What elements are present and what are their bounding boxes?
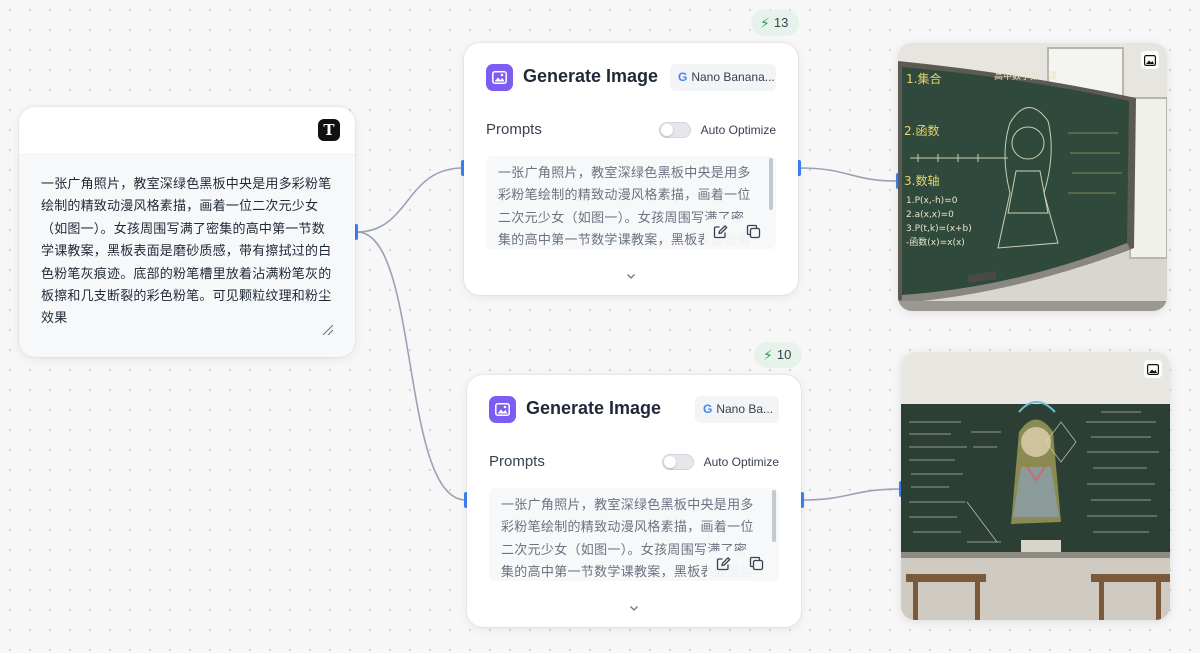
model-selector[interactable]: G Nano Banana...	[670, 64, 776, 91]
prompt-scrollbar[interactable]	[772, 490, 776, 542]
model-name: Nano Banana...	[691, 70, 775, 84]
chalk-text: 2.函数	[904, 123, 939, 138]
edit-icon[interactable]	[716, 556, 731, 576]
result-image-node[interactable]	[901, 352, 1170, 620]
generate-image-node[interactable]: Generate Image G Nano Ba... Prompts Auto …	[467, 375, 801, 627]
credit-cost-value: 13	[773, 15, 789, 30]
image-type-icon	[1144, 360, 1162, 378]
generated-image: 1.集合 高中数学第一课 2.函数 3.数轴 1.P(x,-h)=0 2.a(x…	[898, 43, 1167, 311]
resize-handle-icon[interactable]	[323, 325, 333, 335]
lightning-bolt-icon: ⚡	[763, 347, 773, 363]
prompt-scrollbar[interactable]	[769, 158, 773, 210]
text-node-header: T	[19, 107, 355, 155]
prompt-textarea[interactable]: 一张广角照片，教室深绿色黑板中央是用多彩粉笔绘制的精致动漫风格素描，画着一位二次…	[489, 488, 779, 581]
text-prompt-node[interactable]: T 一张广角照片，教室深绿色黑板中央是用多彩粉笔绘制的精致动漫风格素描，画着一位…	[19, 107, 355, 357]
chevron-down-icon[interactable]	[626, 271, 636, 281]
credit-cost-badge: ⚡ 13	[751, 10, 800, 36]
google-logo-icon: G	[703, 402, 713, 416]
credit-cost-value: 10	[776, 347, 792, 362]
prompts-label: Prompts	[489, 453, 545, 470]
generate-image-node[interactable]: Generate Image G Nano Banana... Prompts A…	[464, 43, 798, 295]
auto-optimize-label: Auto Optimize	[703, 455, 779, 469]
auto-optimize-toggle[interactable]	[659, 122, 691, 138]
credit-cost-badge: ⚡ 10	[754, 342, 803, 368]
generated-image	[901, 352, 1170, 620]
text-type-icon: T	[318, 119, 340, 141]
result-image-node[interactable]: 1.集合 高中数学第一课 2.函数 3.数轴 1.P(x,-h)=0 2.a(x…	[898, 43, 1167, 311]
google-logo-icon: G	[678, 70, 688, 84]
model-name: Nano Ba...	[716, 402, 774, 416]
chalk-text: 1.P(x,-h)=0	[906, 196, 958, 206]
wire-gen2-to-image2	[801, 488, 901, 501]
prompt-actions	[707, 551, 773, 581]
lightning-bolt-icon: ⚡	[760, 15, 770, 31]
chalk-text: 3.数轴	[904, 173, 939, 188]
prompts-label: Prompts	[486, 121, 542, 138]
auto-optimize-toggle[interactable]	[662, 454, 694, 470]
node-title: Generate Image	[523, 66, 659, 86]
chalk-text: 3.P(t,k)=(x+b)	[906, 224, 972, 234]
wire-text-to-gen2	[356, 231, 467, 501]
text-node-editor[interactable]: 一张广角照片，教室深绿色黑板中央是用多彩粉笔绘制的精致动漫风格素描，画着一位二次…	[19, 155, 355, 357]
chevron-down-icon[interactable]	[629, 603, 639, 613]
prompt-actions	[704, 219, 770, 249]
model-selector[interactable]: G Nano Ba...	[695, 396, 779, 423]
wire-gen1-to-image1	[798, 167, 898, 182]
chalk-text: -函数(x)=x(x)	[906, 236, 965, 248]
image-type-icon	[1141, 51, 1159, 69]
chalk-text: 1.集合	[906, 71, 941, 86]
text-node-content[interactable]: 一张广角照片，教室深绿色黑板中央是用多彩粉笔绘制的精致动漫风格素描，画着一位二次…	[41, 173, 333, 330]
prompt-textarea[interactable]: 一张广角照片，教室深绿色黑板中央是用多彩粉笔绘制的精致动漫风格素描，画着一位二次…	[486, 156, 776, 249]
chalk-text: 2.a(x,x)=0	[906, 210, 954, 220]
copy-icon[interactable]	[746, 224, 761, 244]
auto-optimize-label: Auto Optimize	[700, 123, 776, 137]
chalk-text: 高中数学第一课	[994, 70, 1057, 82]
copy-icon[interactable]	[749, 556, 764, 576]
wire-text-to-gen1	[356, 167, 464, 233]
edit-icon[interactable]	[713, 224, 728, 244]
node-title: Generate Image	[526, 398, 662, 418]
image-generate-icon	[489, 396, 516, 423]
image-generate-icon	[486, 64, 513, 91]
